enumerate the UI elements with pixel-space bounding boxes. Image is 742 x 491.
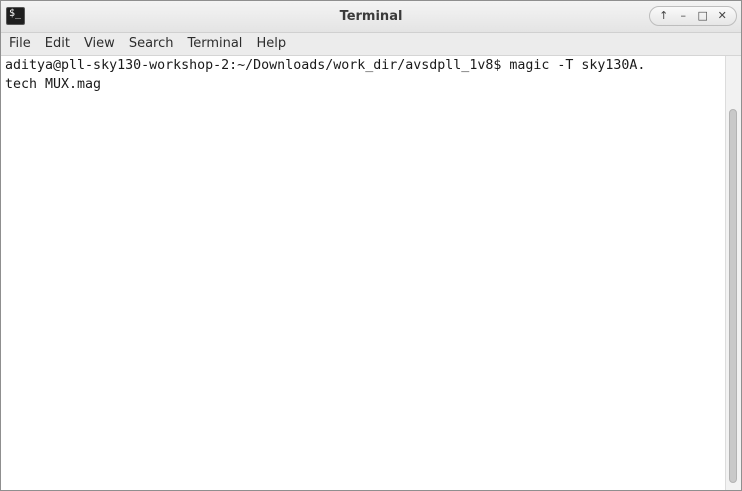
terminal-line-1: aditya@pll-sky130-workshop-2:~/Downloads… xyxy=(5,58,646,73)
menu-file[interactable]: File xyxy=(3,33,37,55)
menu-view[interactable]: View xyxy=(78,33,121,55)
terminal-output-area[interactable]: aditya@pll-sky130-workshop-2:~/Downloads… xyxy=(1,56,725,490)
window-title: Terminal xyxy=(339,9,403,24)
menu-edit[interactable]: Edit xyxy=(39,33,76,55)
menu-terminal[interactable]: Terminal xyxy=(181,33,248,55)
menu-search[interactable]: Search xyxy=(123,33,180,55)
vertical-scrollbar[interactable] xyxy=(725,56,741,490)
shade-up-icon[interactable]: ↑ xyxy=(656,8,672,24)
minimize-icon[interactable]: – xyxy=(675,8,691,24)
scrollbar-thumb[interactable] xyxy=(729,109,737,483)
menu-help[interactable]: Help xyxy=(250,33,292,55)
title-bar[interactable]: $_ Terminal ↑ – □ ✕ xyxy=(1,1,741,33)
menu-bar: File Edit View Search Terminal Help xyxy=(1,33,741,56)
maximize-icon[interactable]: □ xyxy=(695,8,711,24)
window-controls: ↑ – □ ✕ xyxy=(649,6,737,26)
terminal-window: $_ Terminal ↑ – □ ✕ File Edit View Searc… xyxy=(0,0,742,491)
close-icon[interactable]: ✕ xyxy=(714,8,730,24)
terminal-line-2: tech MUX.mag xyxy=(5,77,102,92)
